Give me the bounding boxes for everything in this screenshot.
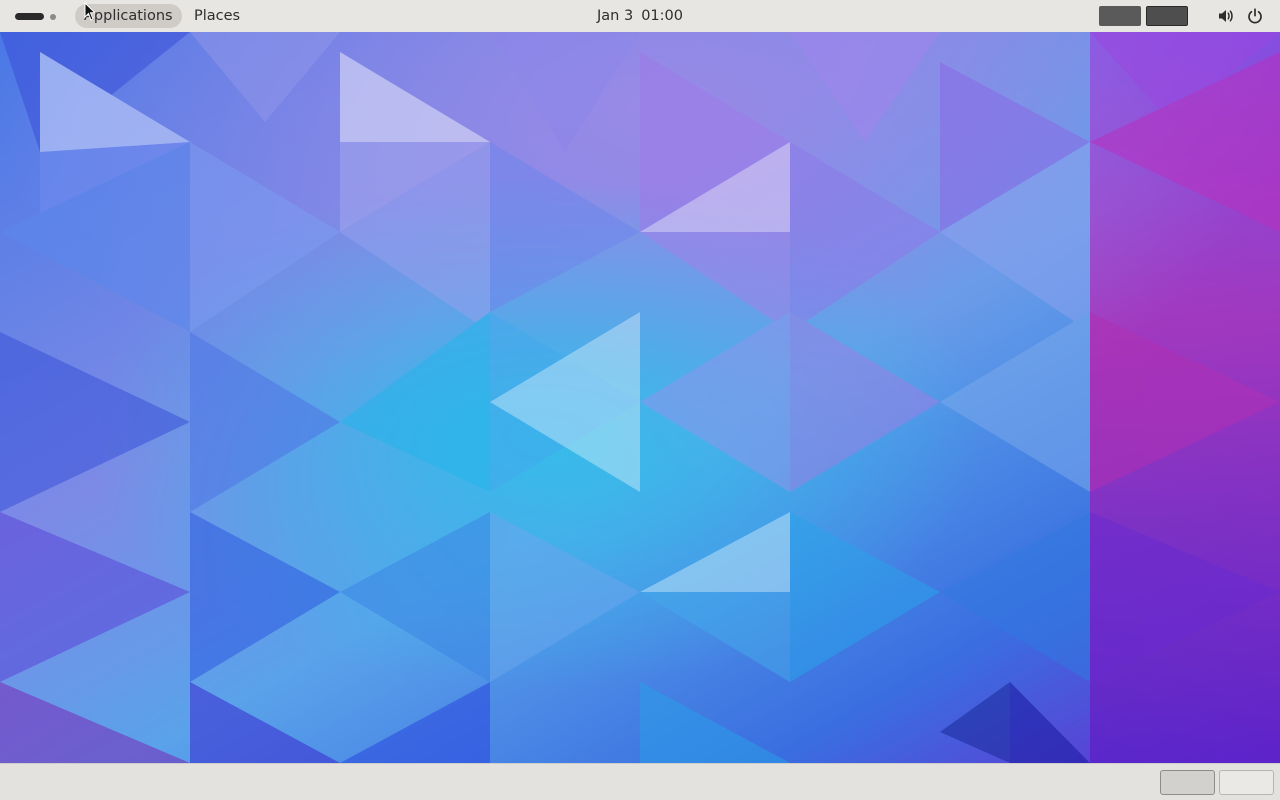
clock-button[interactable]: Jan 3 01:00 bbox=[597, 8, 683, 24]
clock-time: 01:00 bbox=[641, 8, 683, 24]
desktop-wallpaper bbox=[0, 32, 1280, 763]
workspace-thumbnail-1[interactable] bbox=[1099, 6, 1141, 26]
clock-date: Jan 3 bbox=[597, 8, 634, 24]
workspace-dot bbox=[50, 14, 56, 20]
bottom-workspace-1[interactable] bbox=[1160, 770, 1215, 795]
places-menu-button[interactable]: Places bbox=[185, 4, 249, 28]
desktop-screen: Applications Places Jan 3 01:00 bbox=[0, 0, 1280, 800]
bottom-workspace-2[interactable] bbox=[1219, 770, 1274, 795]
activities-indicator[interactable] bbox=[12, 8, 62, 24]
active-workspace-pill bbox=[15, 13, 44, 20]
power-icon[interactable] bbox=[1246, 7, 1264, 25]
bottom-panel bbox=[0, 763, 1280, 800]
mouse-cursor-icon bbox=[84, 2, 96, 21]
volume-icon[interactable] bbox=[1217, 7, 1235, 25]
workspace-thumbnail-2[interactable] bbox=[1146, 6, 1188, 26]
top-panel: Applications Places Jan 3 01:00 bbox=[0, 0, 1280, 32]
